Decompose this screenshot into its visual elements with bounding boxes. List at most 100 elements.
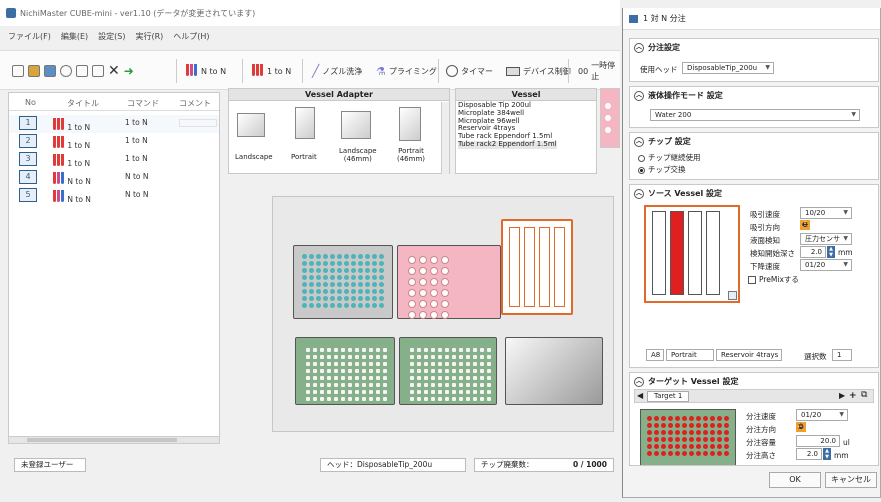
section-header[interactable]: ︿ ターゲット Vessel 設定 [634,376,738,387]
copy-target-icon[interactable]: ⧉ [861,390,867,400]
cut-icon[interactable] [60,65,72,77]
vessel-adapter-title: Vessel Adapter [229,89,449,101]
collapse-icon[interactable]: ︿ [634,90,644,101]
user-status[interactable]: 未登録ユーザー [14,458,86,472]
well [438,348,442,352]
tab-scroll-left-icon[interactable]: ◀ [637,391,643,400]
well [647,437,652,442]
open-folder-icon[interactable] [28,65,40,77]
deck-slot-microplate-96-a[interactable] [295,337,395,405]
well [302,289,307,294]
well [376,376,380,380]
save-icon[interactable] [44,65,56,77]
collapse-icon[interactable]: ︿ [634,376,644,387]
depth-stepper[interactable]: ▲ ▼ [827,246,835,258]
table-row[interactable]: 4 N to N N to N [9,169,219,187]
tip-continue-radio[interactable]: チップ継続使用 [638,152,701,163]
landscape-adapter-icon[interactable] [237,113,265,137]
liquid-mode-select[interactable]: Water 200 ▼ [650,109,860,121]
n-to-n-button[interactable]: N to N [186,59,226,83]
cancel-button[interactable]: キャンセル [825,472,877,488]
nozzle-wash-button[interactable]: ╱ ノズル洗浄 [312,59,362,83]
menu-file[interactable]: ファイル(F) [8,31,51,42]
deck-slot-tube-rack[interactable] [397,245,501,319]
well [682,423,687,428]
delete-icon[interactable]: ✕ [108,63,120,79]
premix-checkbox[interactable]: PreMixする [748,274,799,285]
add-target-icon[interactable]: + [849,391,857,401]
ok-button[interactable]: OK [769,472,821,488]
u-turn-icon[interactable]: ⊍ [796,422,806,432]
menu-help[interactable]: ヘルプ(H) [173,31,209,42]
well [341,383,345,387]
pause-button[interactable]: 00 一時停止 [578,59,620,83]
new-file-icon[interactable] [12,65,24,77]
collapse-icon[interactable]: ︿ [634,136,644,147]
deck-slot-reservoir[interactable] [501,219,573,315]
well [355,390,359,394]
one-to-n-button[interactable]: 1 to N [252,59,291,83]
list-item[interactable]: Tube rack2 Eppendorf 1.5ml [458,140,557,149]
horizontal-scrollbar[interactable] [8,436,220,444]
table-row[interactable]: 5 N to N N to N [9,187,219,205]
well [438,362,442,366]
well [337,254,342,259]
section-header[interactable]: ︿ 液体操作モード 設定 [634,90,723,101]
menu-edit[interactable]: 編集(E) [61,31,88,42]
device-control-button[interactable]: デバイス制御 [506,59,571,83]
tab-target-1[interactable]: Target 1 [647,391,690,402]
well [647,444,652,449]
dispense-speed-select[interactable]: 01/20 ▼ [796,409,848,421]
well [424,383,428,387]
dispense-volume-input[interactable]: 20.0 [796,435,840,447]
chevron-down-icon: ▼ [851,111,856,118]
landscape-46mm-adapter-icon[interactable] [341,111,371,139]
play-arrow-icon[interactable]: ➜ [124,64,134,78]
timer-button[interactable]: タイマー [446,59,493,83]
well [717,451,722,456]
comment-cell[interactable] [179,119,217,127]
well [313,369,317,373]
well [306,362,310,366]
collapse-icon[interactable]: ︿ [634,42,644,53]
collapse-icon[interactable]: ︿ [634,188,644,199]
well [689,430,694,435]
well [313,376,317,380]
aspiration-speed-select[interactable]: 10/20 ▼ [800,207,852,219]
device-icon [506,66,520,76]
source-vessel-preview[interactable] [644,205,740,303]
section-header[interactable]: ︿ 分注設定 [634,42,680,53]
well [473,383,477,387]
head-select[interactable]: DisposableTip_200u ▼ [682,62,774,74]
liquid-detect-select[interactable]: 圧力センサ ▼ [800,233,852,245]
tip-replace-radio[interactable]: チップ交換 [638,164,686,175]
priming-button[interactable]: ⚗ プライミング [376,59,437,83]
target-vessel-preview[interactable] [640,409,736,465]
deck-slot-microplate-96-b[interactable] [399,337,497,405]
adapter-scrollbar[interactable] [441,102,449,174]
menu-settings[interactable]: 設定(S) [98,31,125,42]
paste-icon[interactable] [92,65,104,77]
deck-slot-microplate-384[interactable] [293,245,393,319]
well [355,369,359,373]
descend-speed-select[interactable]: 01/20 ▼ [800,259,852,271]
section-header[interactable]: ︿ ソース Vessel 設定 [634,188,722,199]
well [323,303,328,308]
deck-slot-empty-adapter[interactable] [505,337,603,405]
section-header[interactable]: ︿ チップ 設定 [634,136,691,147]
dispense-height-input[interactable]: 2.0 [796,448,822,460]
table-row[interactable]: 1 1 to N 1 to N [9,115,219,133]
well [362,348,366,352]
height-stepper[interactable]: ▲ ▼ [823,448,831,460]
well [654,430,659,435]
portrait-adapter-icon[interactable] [295,107,315,139]
menu-run[interactable]: 実行(R) [135,31,163,42]
portrait-46mm-adapter-icon[interactable] [399,107,421,141]
copy-icon[interactable] [76,65,88,77]
well [430,267,438,275]
table-row[interactable]: 3 1 to N 1 to N [9,151,219,169]
table-row[interactable]: 2 1 to N 1 to N [9,133,219,151]
tab-scroll-right-icon[interactable]: ▶ [839,391,845,400]
curve-left-icon[interactable]: ⊂ [800,220,810,230]
detect-depth-input[interactable]: 2.0 [800,246,826,258]
